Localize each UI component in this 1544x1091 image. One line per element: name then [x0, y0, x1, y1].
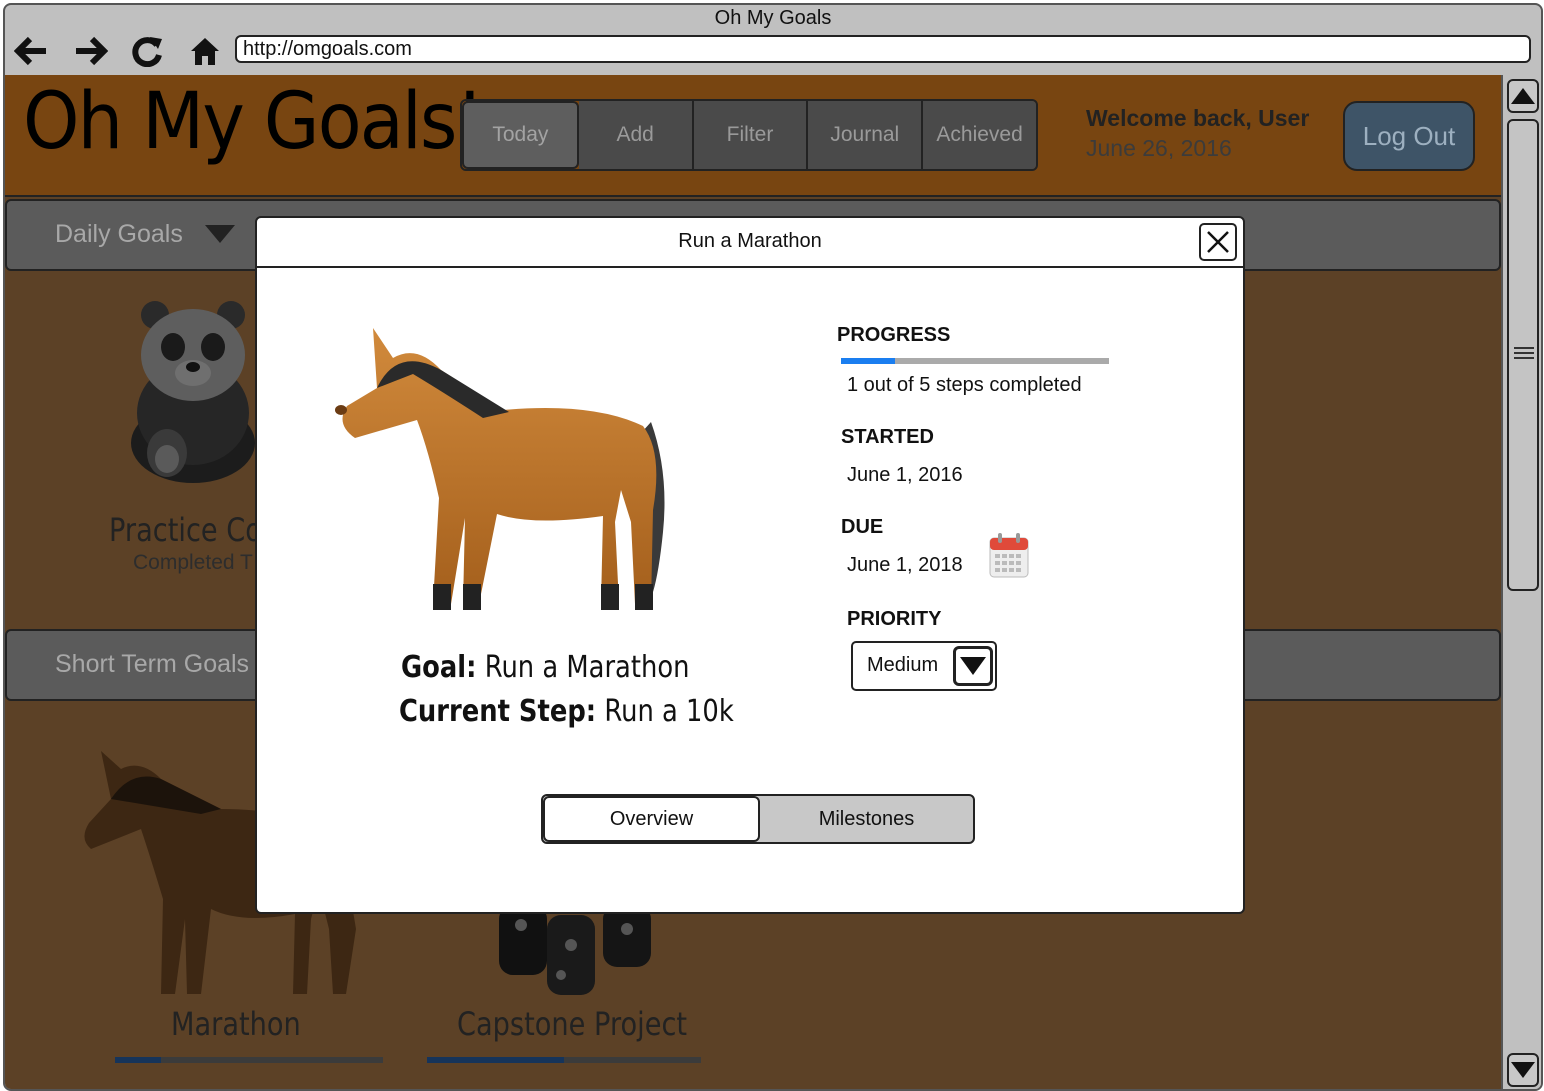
card-progress-marathon: [115, 1057, 383, 1063]
panda-image: [131, 301, 255, 483]
goal-line: Goal: Run a Marathon: [401, 650, 689, 685]
window-title: Oh My Goals: [714, 7, 832, 29]
browser-window: Oh My Goals http://omgoals.com Oh My Goa…: [3, 3, 1543, 1091]
card-title-practice[interactable]: Practice Co: [109, 511, 262, 549]
goal-label: Goal:: [401, 650, 477, 685]
chevron-down-icon[interactable]: [953, 646, 993, 686]
current-step-label: Current Step:: [399, 694, 597, 729]
welcome-text: Welcome back, User: [1086, 105, 1310, 131]
nav-tab-achieved[interactable]: Achieved: [923, 101, 1036, 169]
app-logo: Oh My Goals!: [23, 77, 484, 167]
current-step-line: Current Step: Run a 10k: [399, 694, 734, 729]
scroll-thumb[interactable]: [1507, 119, 1539, 591]
scroll-up-icon[interactable]: [1507, 79, 1539, 113]
progress-text: 1 out of 5 steps completed: [847, 374, 1082, 396]
modal-header: Run a Marathon: [257, 218, 1243, 268]
reload-icon[interactable]: [129, 35, 165, 67]
goal-value: Run a Marathon: [484, 650, 690, 685]
card-title-marathon[interactable]: Marathon: [171, 1005, 301, 1043]
priority-select[interactable]: Medium: [851, 641, 997, 691]
card-subtitle-practice: Completed T: [133, 551, 253, 574]
home-icon[interactable]: [187, 35, 223, 67]
chevron-down-icon: [205, 225, 235, 243]
horse-illustration: [335, 328, 665, 610]
started-value: June 1, 2016: [847, 464, 963, 486]
back-arrow-icon[interactable]: [13, 35, 49, 67]
url-bar[interactable]: http://omgoals.com: [235, 35, 1531, 63]
app-header: Oh My Goals! Today Add Filter Journal Ac…: [5, 75, 1501, 197]
goal-detail-modal: Run a Marathon Goal: Run a Marathon Curr…: [255, 216, 1245, 914]
progress-label: PROGRESS: [837, 324, 951, 346]
tab-milestones[interactable]: Milestones: [760, 796, 973, 842]
card-progress-capstone: [427, 1057, 701, 1063]
nav-tab-today[interactable]: Today: [462, 101, 579, 169]
started-label: STARTED: [841, 426, 934, 448]
current-step-value: Run a 10k: [604, 694, 734, 729]
priority-value: Medium: [867, 654, 939, 676]
modal-title: Run a Marathon: [678, 230, 822, 252]
progress-bar: [841, 358, 1109, 364]
priority-label: PRIORITY: [847, 608, 942, 630]
close-icon[interactable]: [1199, 223, 1237, 261]
main-nav: Today Add Filter Journal Achieved: [460, 99, 1038, 171]
calendar-icon[interactable]: [989, 532, 1029, 578]
logout-button[interactable]: Log Out: [1343, 101, 1475, 171]
vertical-scrollbar[interactable]: [1501, 75, 1541, 1089]
modal-tabs: Overview Milestones: [541, 794, 975, 844]
section-daily-goals-label: Daily Goals: [55, 220, 183, 248]
forward-arrow-icon[interactable]: [73, 35, 109, 67]
due-label: DUE: [841, 516, 884, 538]
nav-tab-journal[interactable]: Journal: [808, 101, 924, 169]
current-date: June 26, 2016: [1086, 135, 1232, 161]
section-short-term-label: Short Term Goals: [55, 650, 250, 678]
card-title-capstone[interactable]: Capstone Project: [457, 1005, 687, 1043]
nav-tab-filter[interactable]: Filter: [693, 101, 809, 169]
tab-overview[interactable]: Overview: [543, 796, 760, 842]
scroll-down-icon[interactable]: [1507, 1053, 1539, 1087]
boots-image: [499, 905, 651, 995]
due-value: June 1, 2018: [847, 554, 963, 576]
nav-tab-add[interactable]: Add: [578, 101, 694, 169]
